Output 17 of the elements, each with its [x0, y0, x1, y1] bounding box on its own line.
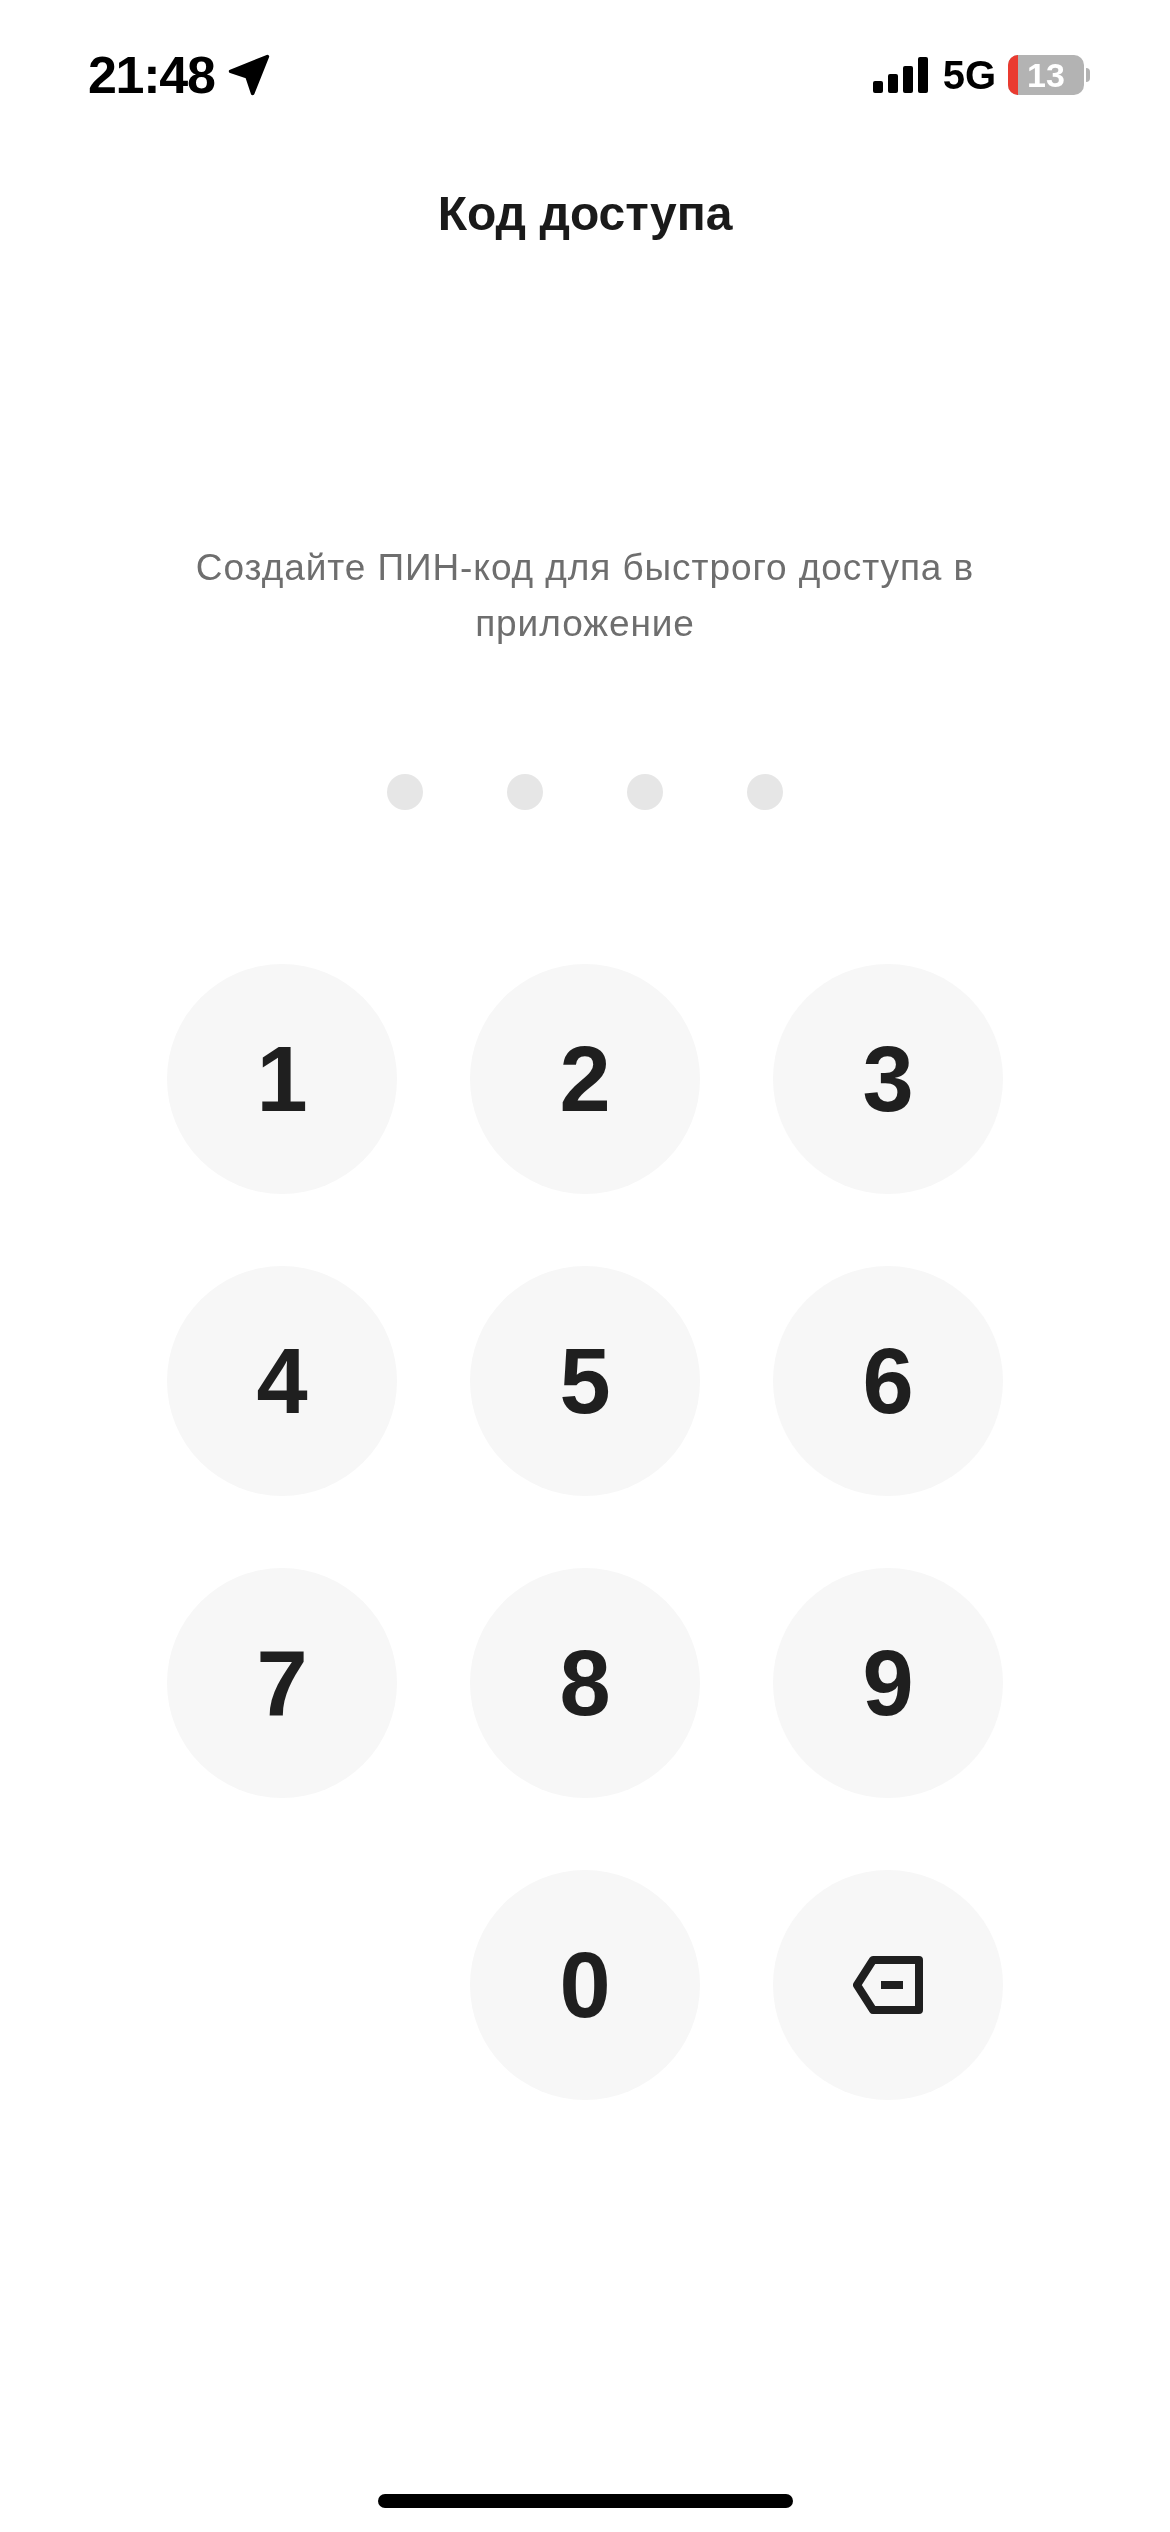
backspace-icon [853, 1956, 923, 2014]
digit-key[interactable]: 7 [167, 1568, 397, 1798]
digit-key[interactable]: 4 [167, 1266, 397, 1496]
network-label: 5G [942, 52, 996, 99]
digit-key[interactable]: 1 [167, 964, 397, 1194]
status-time: 21:48 [88, 45, 215, 106]
digit-key[interactable]: 5 [470, 1266, 700, 1496]
digit-key[interactable]: 2 [470, 964, 700, 1194]
screen-title: Код доступа [437, 186, 733, 242]
digit-key[interactable]: 3 [773, 964, 1003, 1194]
digit-key[interactable]: 9 [773, 1568, 1003, 1798]
digit-key[interactable]: 0 [470, 1870, 700, 2100]
signal-icon [872, 57, 931, 93]
location-arrow-icon [226, 53, 271, 97]
instruction-text: Создайте ПИН-код для быстрого доступа в приложение [194, 546, 976, 646]
digit-key[interactable]: 8 [470, 1568, 700, 1798]
digit-key[interactable]: 6 [773, 1266, 1003, 1496]
